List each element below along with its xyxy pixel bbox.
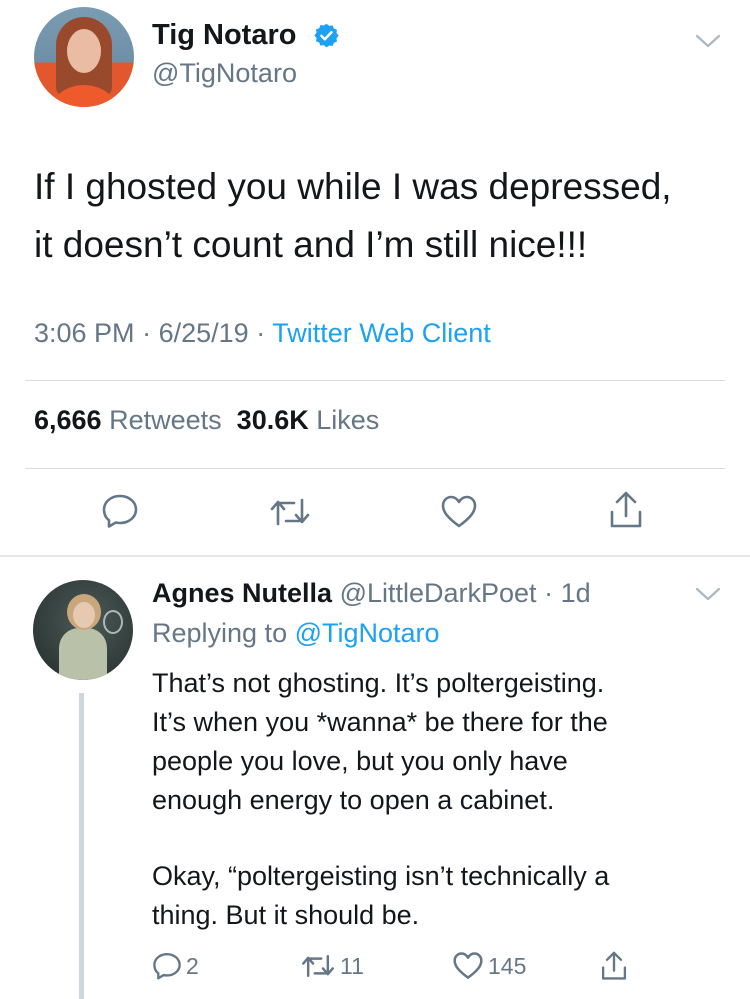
likes-count: 30.6K (236, 405, 309, 435)
replying-to: Replying to @TigNotaro (152, 618, 440, 649)
reply-text-line: It’s when you *wanna* be there for the (152, 707, 608, 737)
share-icon[interactable] (608, 490, 644, 530)
share-icon (601, 951, 627, 980)
likes-label: Likes (316, 405, 380, 435)
reply-icon (153, 952, 181, 980)
tweet-text-line: it doesn’t count and I’m still nice!!! (34, 224, 588, 265)
tweet-text-line: If I ghosted you while I was depressed, (34, 166, 672, 207)
reply-author-name[interactable]: Agnes Nutella (152, 578, 332, 608)
reply-author-handle[interactable]: @LittleDarkPoet (340, 578, 537, 608)
reply-retweet-button[interactable]: 11 (300, 944, 364, 988)
section-divider (0, 555, 750, 557)
reply-text-line: thing. But it should be. (152, 900, 420, 930)
reply-text-line: Okay, “poltergeisting isn’t technically … (152, 861, 610, 891)
meta-separator: · (142, 318, 159, 348)
reply-header: Agnes Nutella @LittleDarkPoet · 1d (152, 578, 591, 609)
author-name[interactable]: Tig Notaro (152, 19, 296, 52)
likes-stat[interactable]: 30.6K Likes (237, 405, 380, 435)
meta-separator: · (256, 318, 273, 348)
retweets-stat[interactable]: 6,666 Retweets (34, 405, 222, 435)
like-count: 145 (488, 952, 527, 979)
reply-text-line: enough energy to open a cabinet. (152, 785, 555, 815)
author-handle[interactable]: @TigNotaro (152, 58, 297, 89)
reply-text-line: people you love, but you only have (152, 746, 568, 776)
retweet-count: 11 (340, 952, 364, 979)
reply-text: That’s not ghosting. It’s poltergeisting… (152, 664, 732, 935)
tweet-text: If I ghosted you while I was depressed, … (34, 158, 734, 274)
reply-action-bar: 2 11 145 (0, 944, 750, 988)
like-icon (453, 952, 483, 979)
main-tweet: Tig Notaro @TigNotaro If I ghosted you w… (0, 0, 750, 557)
author-avatar[interactable] (34, 7, 134, 107)
retweet-icon (302, 954, 334, 978)
reply-text-line: That’s not ghosting. It’s poltergeisting… (152, 668, 605, 698)
reply-share-button[interactable] (600, 944, 628, 988)
meta-separator: · (536, 578, 561, 608)
divider (25, 468, 725, 469)
retweets-label: Retweets (109, 405, 222, 435)
replying-to-handle[interactable]: @TigNotaro (295, 618, 440, 648)
tweet-meta: 3:06 PM · 6/25/19 · Twitter Web Client (34, 318, 491, 349)
chevron-down-icon[interactable] (695, 33, 721, 49)
tweet-client-link[interactable]: Twitter Web Client (272, 318, 491, 348)
reply-icon[interactable] (101, 493, 139, 529)
retweet-icon[interactable] (268, 495, 312, 529)
replying-to-label: Replying to (152, 618, 288, 648)
reply-like-button[interactable]: 145 (452, 944, 526, 988)
verified-badge-icon (314, 23, 339, 48)
reply-age: 1d (560, 578, 591, 608)
reply-reply-button[interactable]: 2 (152, 944, 199, 988)
tweet-time: 3:06 PM (34, 318, 135, 348)
tweet-stats: 6,666 Retweets 30.6K Likes (34, 405, 379, 436)
tweet-date: 6/25/19 (158, 318, 249, 348)
reply-author-avatar[interactable] (33, 580, 133, 680)
chevron-down-icon[interactable] (695, 586, 721, 602)
divider (25, 380, 725, 381)
like-icon[interactable] (440, 494, 478, 530)
retweets-count: 6,666 (34, 405, 102, 435)
reply-count: 2 (186, 952, 199, 979)
